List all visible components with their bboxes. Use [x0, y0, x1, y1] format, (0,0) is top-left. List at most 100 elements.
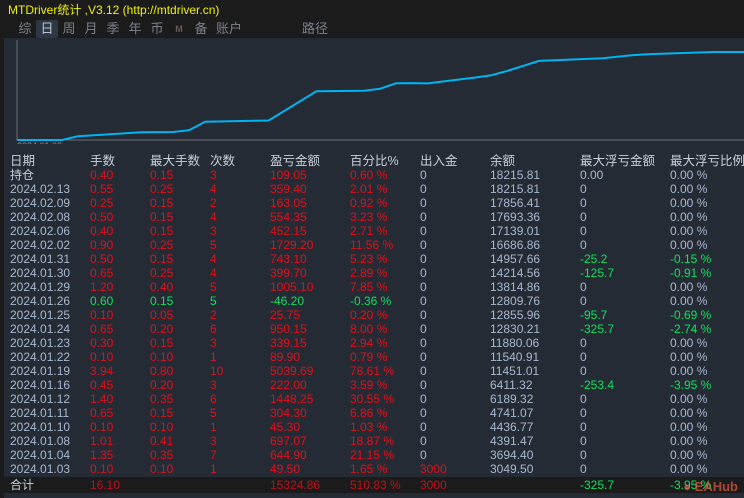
cell-最大浮亏比例: 0.00 %: [670, 196, 708, 210]
cell-盈亏金额: 45.30: [270, 420, 301, 434]
cell-盈亏金额: 25.75: [270, 308, 301, 322]
cell-次数: 1: [210, 462, 217, 476]
cell-余额: 6189.32: [490, 392, 534, 406]
cell-最大浮亏金额: 0: [580, 448, 587, 462]
cell-盈亏金额: 554.35: [270, 210, 307, 224]
cell-余额: 11880.06: [490, 336, 540, 350]
tab-5[interactable]: 年: [124, 20, 146, 38]
cell-最大手数: 0.10: [150, 420, 174, 434]
cell-最大浮亏比例: 0.00 %: [670, 210, 708, 224]
window-title: MTDriver统计 ,V3.12 (http://mtdriver.cn): [8, 3, 220, 17]
cell-日期: 2024.02.08: [10, 210, 71, 224]
cell-手数: 0.10: [90, 462, 114, 476]
tab-9[interactable]: 账户: [212, 20, 246, 38]
tab-3[interactable]: 月: [80, 20, 102, 38]
cell-出入金: 0: [420, 224, 427, 238]
cell-日期: 2024.02.09: [10, 196, 71, 210]
table-row: 2024.01.23 0.30 0.15 3 339.15 2.94 % 0 11880.06…: [4, 336, 744, 350]
tab-6[interactable]: 币: [146, 20, 168, 38]
cell-日期: 2024.01.30: [10, 266, 71, 280]
cell-次数: 3: [210, 378, 217, 392]
cell-最大浮亏金额: 0: [580, 350, 587, 364]
cell-手数: 0.65: [90, 322, 114, 336]
table-row: 2024.02.02 0.90 0.25 5 1729.20 11.56 % 0 16686.…: [4, 238, 744, 252]
table-row: 2024.01.10 0.10 0.10 1 45.30 1.03 % 0 4436.77 0 0…: [4, 420, 744, 434]
cell-余额: 12809.76: [490, 294, 541, 308]
cell-余额: 3049.50: [490, 462, 534, 476]
cell-最大手数: 0.20: [150, 322, 174, 336]
tab-0[interactable]: 综: [14, 20, 36, 38]
cell-百分比%: 21.15 %: [350, 448, 395, 462]
tab-4[interactable]: 季: [102, 20, 124, 38]
cell-盈亏金额: 1448.25: [270, 392, 314, 406]
tab-2[interactable]: 周: [58, 20, 80, 38]
tab-7[interactable]: M: [168, 20, 190, 38]
cell-最大手数: 0.15: [150, 294, 174, 308]
cell-盈亏金额: -46.20: [270, 294, 305, 308]
cell-百分比%: 0.20 %: [350, 308, 388, 322]
cell-最大手数: 0.10: [150, 350, 174, 364]
cell-余额: 4391.47: [490, 434, 534, 448]
cell-次数: 5: [210, 406, 217, 420]
cell-最大手数: 0.15: [150, 252, 174, 266]
cell-盈亏金额: 109.05: [270, 168, 307, 182]
cell-次数: 1: [210, 420, 217, 434]
cell-余额: 18215.81: [490, 182, 541, 196]
cell-出入金: 0: [420, 406, 427, 420]
cell-日期: 2024.01.04: [10, 448, 71, 462]
cell-日期: 2024.01.08: [10, 434, 71, 448]
cell-最大手数: 0.20: [150, 378, 174, 392]
table-row: 2024.01.19 3.94 0.80 10 5039.69 78.61 % 0 11451…: [4, 364, 744, 378]
cell-日期: 2024.01.12: [10, 392, 71, 406]
watermark-logo: ● EAHub: [683, 479, 738, 494]
cell-最大手数: 0.15: [150, 406, 174, 420]
cell-手数: 0.90: [90, 238, 114, 252]
table-row: 2024.01.26 0.60 0.15 5 -46.20 -0.36 % 0 12809.7…: [4, 294, 744, 308]
cell-次数: 5: [210, 238, 217, 252]
table-row: 2024.02.09 0.25 0.15 2 163.05 0.92 % 0 17856.41…: [4, 196, 744, 210]
cell-次数: 次数: [210, 154, 236, 168]
cell-次数: 6: [210, 392, 217, 406]
cell-百分比%: 百分比%: [350, 154, 399, 168]
cell-盈亏金额: 163.05: [270, 196, 307, 210]
cell-手数: 0.45: [90, 378, 114, 392]
cell-百分比%: -0.36 %: [350, 294, 392, 308]
cell-日期: 2024.01.26: [10, 294, 71, 308]
cell-次数: 2: [210, 308, 217, 322]
cell-余额: 3694.40: [490, 448, 534, 462]
cell-最大浮亏金额: 0: [580, 462, 587, 476]
cell-最大手数: 0.35: [150, 448, 174, 462]
cell-日期: 2024.01.25: [10, 308, 71, 322]
cell-余额: 6411.32: [490, 378, 533, 392]
tab-8[interactable]: 备: [190, 20, 212, 38]
tab-10[interactable]: 路径: [298, 20, 332, 38]
cell-手数: 0.50: [90, 210, 114, 224]
cell-最大浮亏金额: -325.7: [580, 478, 615, 492]
cell-最大浮亏比例: 0.00 %: [670, 462, 708, 476]
cell-盈亏金额: 盈亏金额: [270, 154, 321, 168]
cell-出入金: 0: [420, 434, 427, 448]
tab-1[interactable]: 日: [36, 20, 58, 38]
cell-百分比%: 2.94 %: [350, 336, 388, 350]
cell-手数: 0.40: [90, 168, 114, 182]
table-row: 2024.01.16 0.45 0.20 3 222.00 3.59 % 0 6411.32 -…: [4, 378, 744, 392]
cell-最大手数: 0.15: [150, 336, 174, 350]
cell-次数: 10: [210, 364, 224, 378]
cell-最大浮亏金额: 0: [580, 280, 587, 294]
cell-出入金: 0: [420, 308, 427, 322]
cell-盈亏金额: 222.00: [270, 378, 307, 392]
cell-最大浮亏比例: -2.74 %: [670, 322, 712, 336]
stats-panel: 2024.01.03 日期 手数 最大手数次数 盈亏金额 百分比% 出入金 余额 最大浮亏金额…: [4, 38, 744, 498]
cell-余额: 4741.07: [490, 406, 534, 420]
table-row: 2024.01.03 0.10 0.10 1 49.50 1.65 % 3000 3049.5…: [4, 462, 744, 476]
cell-出入金: 0: [420, 364, 427, 378]
cell-最大手数: 最大手数: [150, 154, 201, 168]
cell-最大浮亏比例: 0.00 %: [670, 168, 708, 182]
cell-出入金: 0: [420, 322, 427, 336]
cell-最大浮亏比例: 0.00 %: [670, 406, 708, 420]
cell-日期: 2024.01.29: [10, 280, 71, 294]
equity-chart: 2024.01.03: [16, 40, 744, 144]
cell-余额: 4436.77: [490, 420, 534, 434]
cell-出入金: 3000: [420, 478, 447, 492]
cell-出入金: 0: [420, 448, 427, 462]
